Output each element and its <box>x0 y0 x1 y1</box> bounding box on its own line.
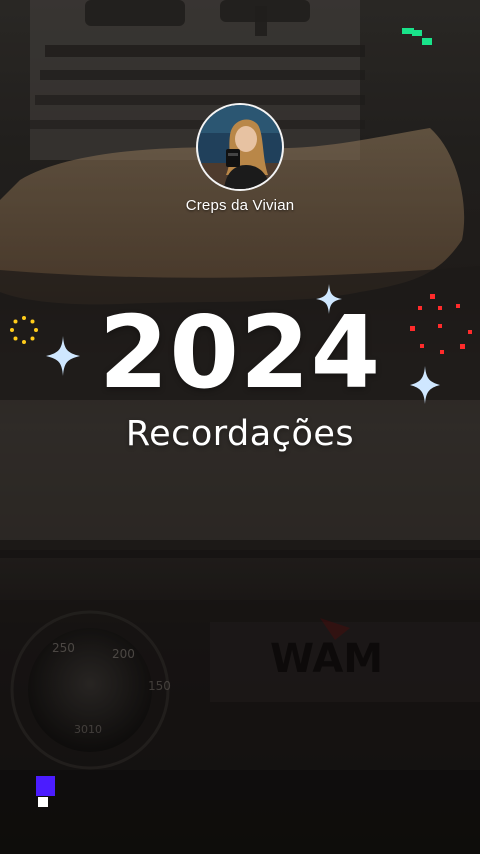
purple-pixel-decoration <box>36 776 55 807</box>
story-screen: WAM 250 200 150 3010 Creps da Vivian 202… <box>0 0 480 854</box>
year-title: 2024 <box>98 294 382 411</box>
avatar-photo <box>198 105 282 189</box>
profile-name[interactable]: Creps da Vivian <box>0 197 480 214</box>
recap-subtitle: Recordações <box>125 414 355 454</box>
profile-avatar[interactable] <box>196 103 284 191</box>
green-pixels-decoration <box>402 28 432 45</box>
